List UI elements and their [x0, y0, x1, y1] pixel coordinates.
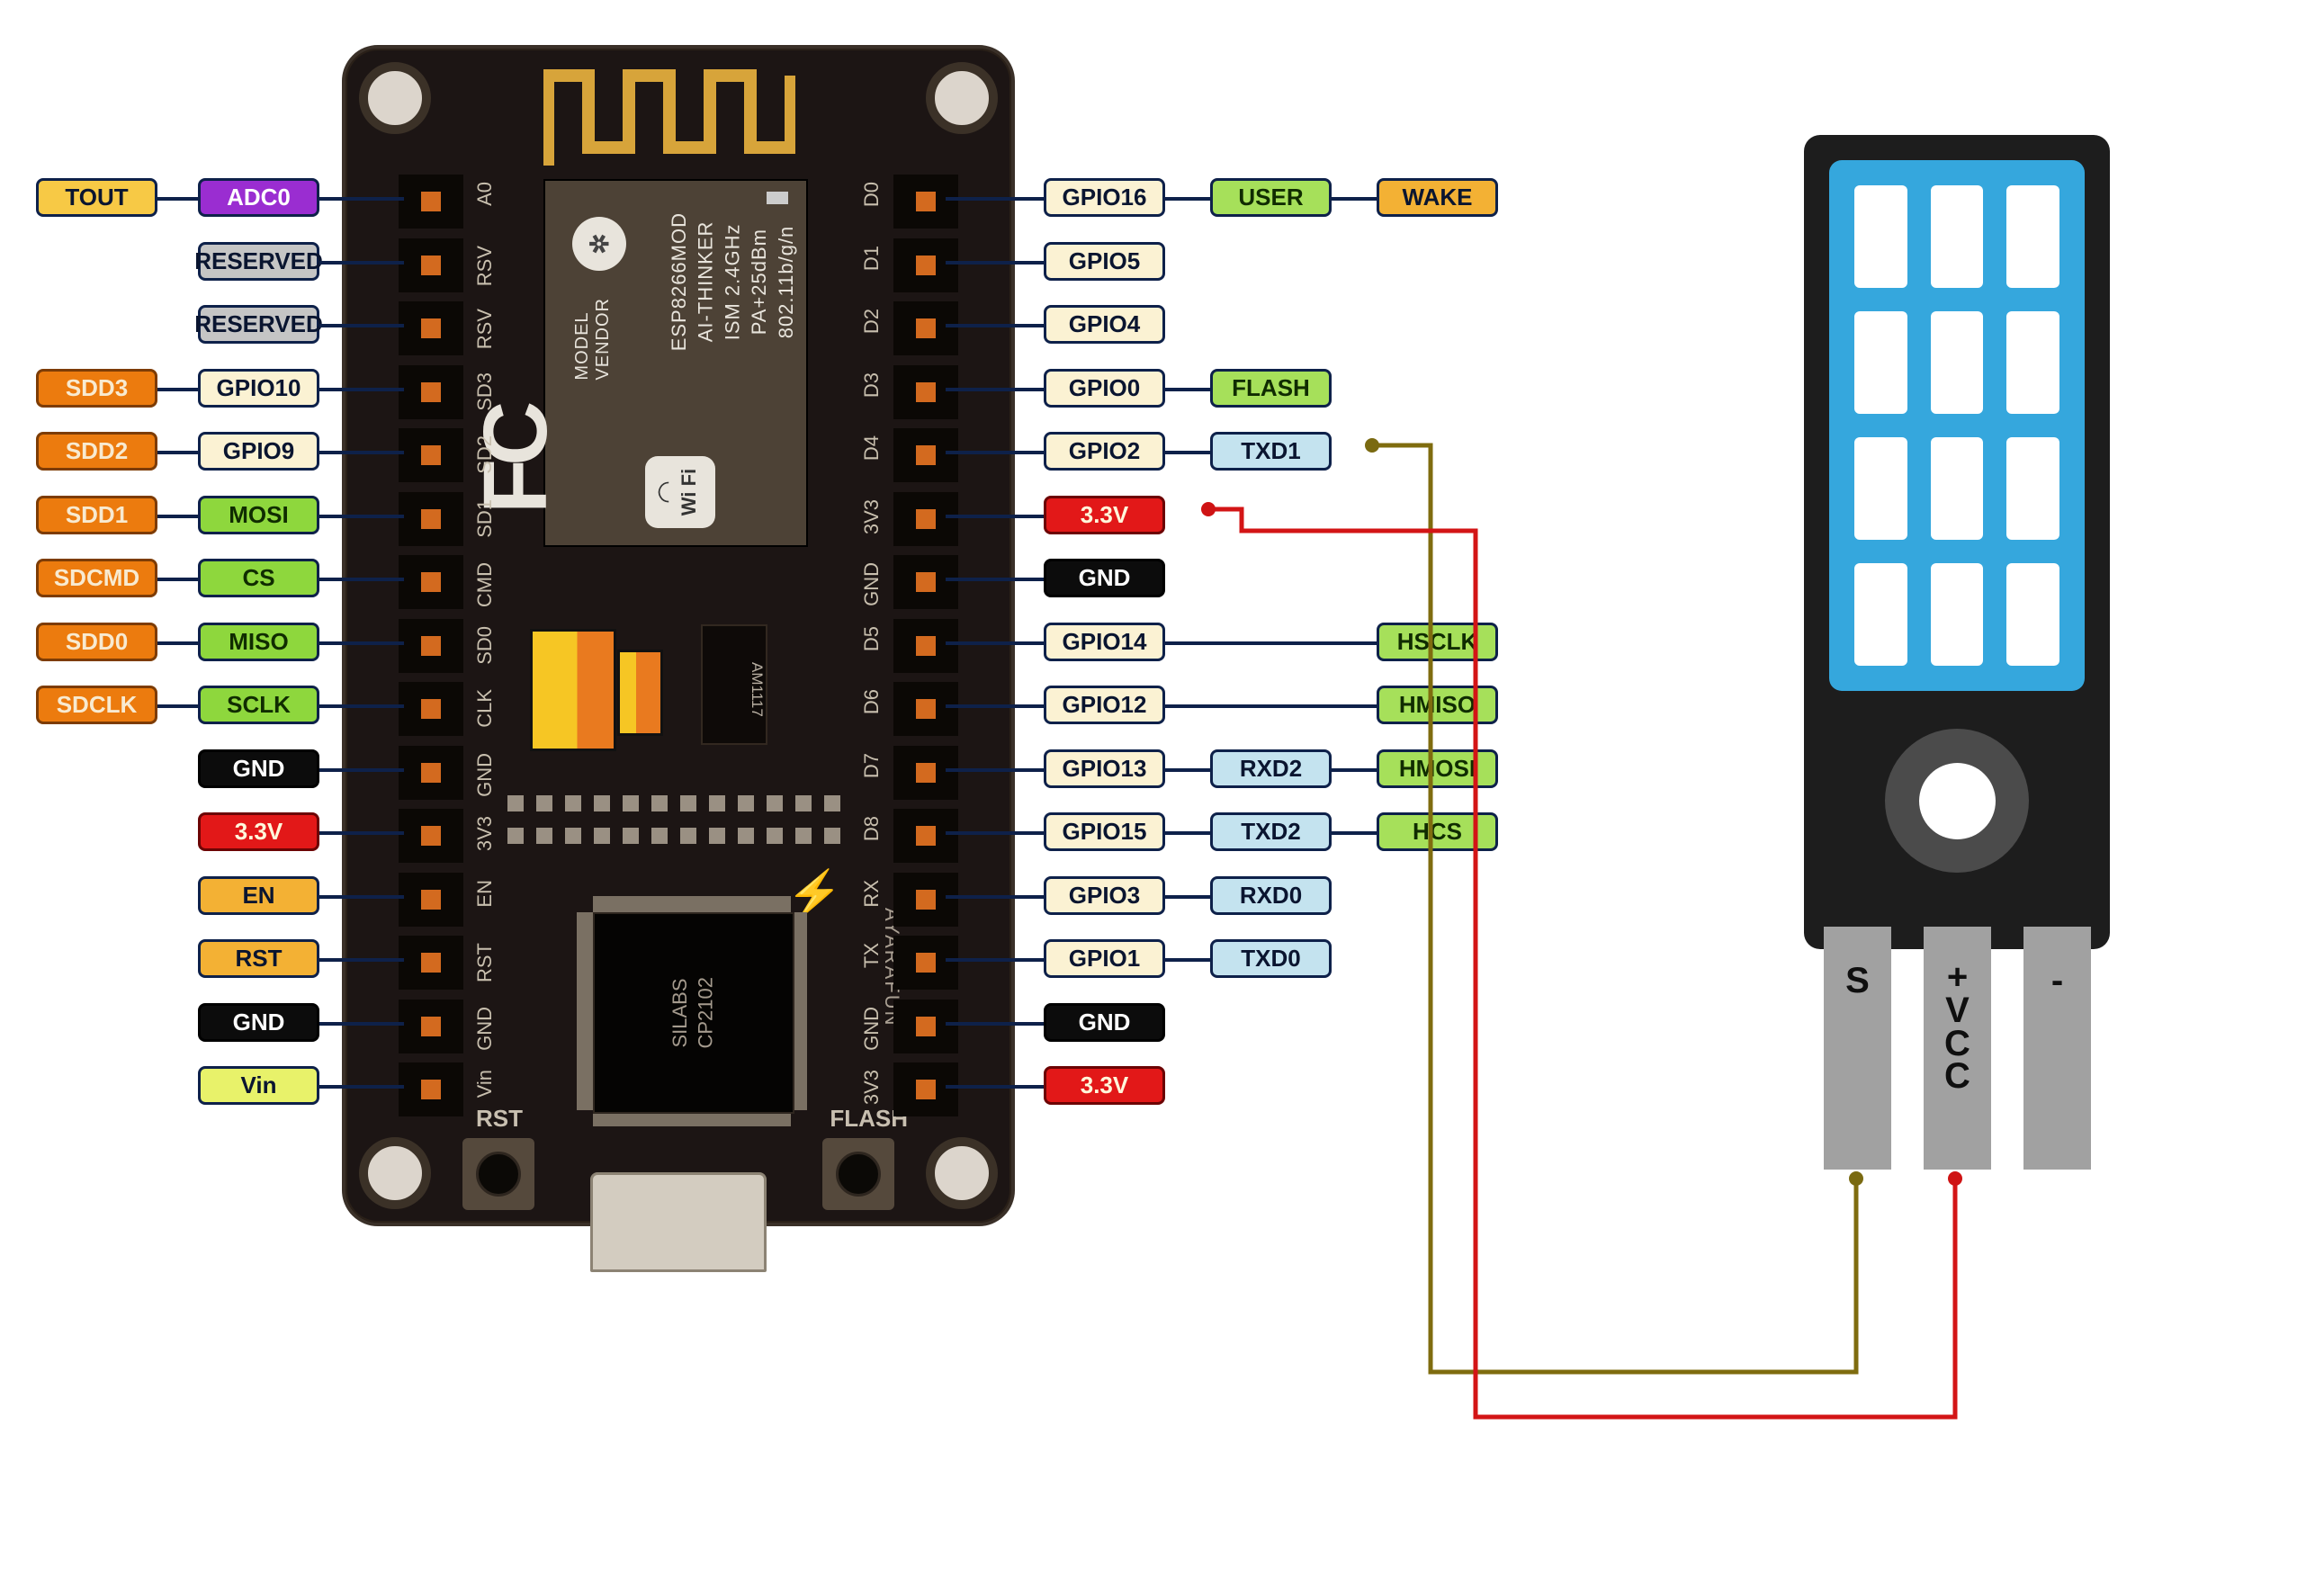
label-connector-line — [157, 515, 198, 518]
label-connector-line — [157, 704, 198, 708]
label-connector-line — [1332, 768, 1377, 772]
label-connector-line — [319, 1022, 404, 1026]
label-connector-line — [319, 641, 404, 645]
label-connector-line — [946, 197, 1044, 201]
label-connector-line — [319, 197, 404, 201]
label-connector-line — [946, 768, 1044, 772]
label-connector-line — [319, 1085, 404, 1089]
label-connector-line — [1165, 704, 1377, 708]
wire-endpoint-icon — [1365, 438, 1379, 453]
label-connector-line — [319, 768, 404, 772]
label-connector-line — [946, 831, 1044, 835]
label-connector-line — [1165, 451, 1210, 454]
wiring-diagram: ✲ MODEL VENDOR FC ◠ Wi Fi ESP8266MOD AI-… — [0, 0, 2324, 1578]
label-connector-line — [946, 641, 1044, 645]
wire-endpoint-icon — [1201, 502, 1216, 516]
label-connector-line — [319, 324, 404, 327]
label-connector-line — [1165, 831, 1210, 835]
label-connector-line — [946, 388, 1044, 391]
label-connector-line — [319, 958, 404, 962]
label-connector-line — [1165, 958, 1210, 962]
label-connector-line — [1165, 768, 1210, 772]
label-connector-line — [319, 451, 404, 454]
label-connector-line — [946, 578, 1044, 581]
label-connector-line — [319, 895, 404, 899]
label-connector-line — [946, 1085, 1044, 1089]
label-connector-line — [319, 261, 404, 264]
wire-endpoint-icon — [1948, 1171, 1962, 1186]
label-connector-line — [1165, 895, 1210, 899]
power-wire — [0, 0, 2324, 1578]
label-connector-line — [1332, 197, 1377, 201]
label-connector-line — [157, 388, 198, 391]
label-connector-line — [946, 1022, 1044, 1026]
label-connector-line — [1332, 831, 1377, 835]
label-connector-line — [157, 451, 198, 454]
label-connector-line — [1165, 388, 1210, 391]
label-connector-line — [946, 261, 1044, 264]
label-connector-line — [157, 641, 198, 645]
label-connector-line — [319, 578, 404, 581]
label-connector-line — [1165, 641, 1377, 645]
label-connector-line — [946, 704, 1044, 708]
label-connector-line — [157, 578, 198, 581]
label-connector-line — [1165, 197, 1210, 201]
label-connector-line — [946, 451, 1044, 454]
label-connector-line — [946, 324, 1044, 327]
label-connector-line — [946, 895, 1044, 899]
label-connector-line — [319, 831, 404, 835]
label-connector-line — [946, 958, 1044, 962]
label-connector-line — [319, 704, 404, 708]
wire-endpoint-icon — [1849, 1171, 1863, 1186]
label-connector-line — [319, 388, 404, 391]
label-connector-line — [946, 515, 1044, 518]
label-connector-line — [319, 515, 404, 518]
label-connector-line — [157, 197, 198, 201]
